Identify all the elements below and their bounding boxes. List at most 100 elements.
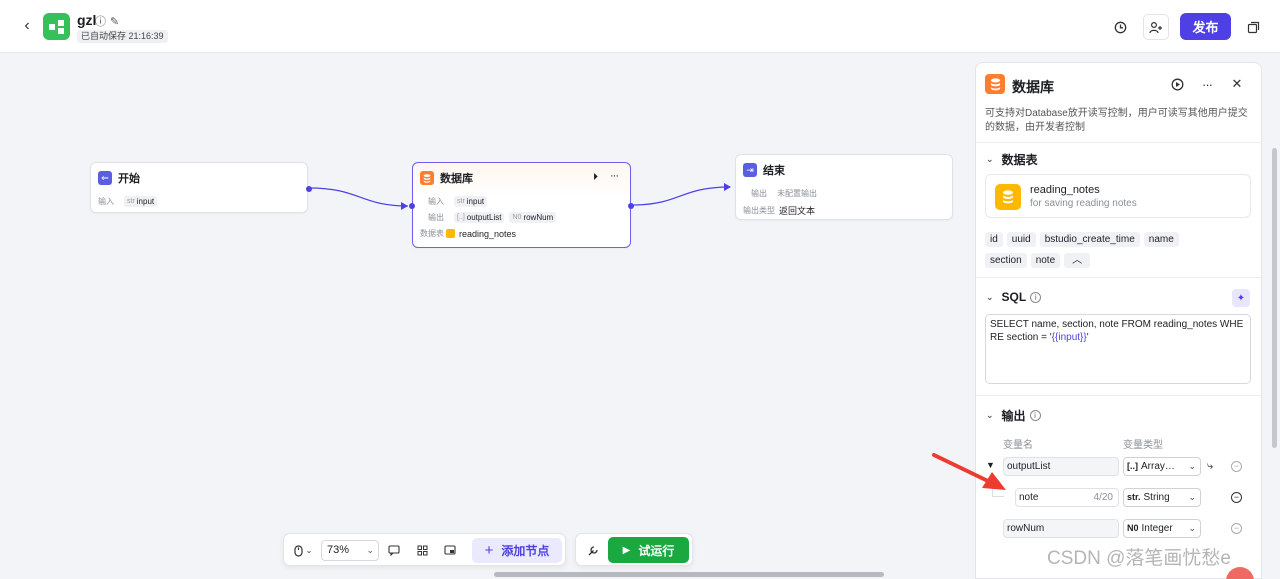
database-icon [420, 171, 434, 185]
row-label: 数据表 [420, 229, 444, 238]
output-row: 输出 未配置输出 [751, 188, 817, 199]
zoom-value: 73% [327, 544, 350, 556]
sql-variable: {{input}} [1051, 332, 1087, 343]
database-node[interactable]: 数据库 ⏵ ··· 输入 str input 输出 [..] outputList … [409, 162, 634, 248]
watermark: CSDN @落笔画忧愁e [1047, 548, 1231, 569]
close-icon[interactable]: ✕ [1229, 76, 1245, 92]
param-tag: N0 rowNum [509, 212, 557, 223]
chevron-down-icon: ⌄ [1188, 492, 1196, 502]
play-icon[interactable]: ⏵ [593, 172, 598, 183]
horizontal-scrollbar[interactable] [494, 572, 884, 577]
zoom-select[interactable]: 73% ⌄ [321, 540, 379, 561]
output-name-field[interactable]: note 4/20 [1015, 488, 1119, 507]
output-row: 输出 [..] outputList N0 rowNum [428, 212, 561, 223]
field-tag: id [985, 232, 1003, 247]
output-port[interactable] [306, 186, 312, 192]
panel-scrollbar[interactable] [1272, 148, 1277, 448]
divider [976, 395, 1261, 396]
field-tag: note [1030, 253, 1061, 268]
start-icon: ⇐ [98, 171, 112, 185]
table-icon [446, 229, 455, 238]
layout-icon[interactable] [414, 541, 430, 560]
type-label: N0 [512, 214, 522, 221]
add-node-label: 添加节点 [501, 544, 550, 558]
column-var-name: 变量名 [1003, 440, 1033, 451]
param-name: input [136, 197, 155, 206]
info-icon[interactable]: i [1029, 410, 1041, 421]
remove-icon[interactable]: − [1231, 523, 1242, 534]
divider [976, 277, 1261, 278]
table-name: reading_notes [1030, 184, 1100, 196]
section-title: 数据表 [1001, 153, 1038, 167]
database-icon [985, 74, 1005, 94]
info-icon[interactable]: i [1030, 291, 1042, 303]
chevron-up-icon[interactable]: ︿ [1064, 253, 1091, 268]
play-icon: ▶ [622, 544, 631, 556]
output-type-select[interactable]: N0 Integer ⌄ [1123, 519, 1201, 538]
row-label: 输出类型 [743, 206, 775, 215]
comment-icon[interactable] [386, 541, 402, 560]
end-icon: ⇥ [743, 163, 757, 177]
mouse-mode-icon[interactable]: ⌄ [292, 541, 314, 560]
field-tag: section [985, 253, 1027, 268]
node-header: ⇥ 结束 [743, 162, 785, 178]
remove-icon[interactable]: − [1231, 461, 1242, 472]
end-node[interactable]: ⇥ 结束 输出 未配置输出 输出类型 返回文本 [735, 154, 953, 220]
chevron-down-icon: ⌄ [986, 410, 994, 420]
table-card[interactable]: reading_notes for saving reading notes [985, 174, 1251, 218]
node-config-panel: 数据库 ··· ✕ 可支持对Database放开读写控制，用户可读写其他用户提交… [975, 62, 1262, 579]
sql-editor[interactable]: SELECT name, section, note FROM reading_… [985, 314, 1251, 384]
output-section-header[interactable]: ⌄ 输出 i [986, 407, 1041, 424]
type-value: Array… [1141, 461, 1175, 472]
sql-section-header[interactable]: ⌄ SQL i [986, 290, 1042, 304]
type-row: 输出类型 返回文本 [743, 204, 815, 217]
output-name-field[interactable]: rowNum [1003, 519, 1119, 538]
chevron-down-icon: ⌄ [986, 154, 994, 164]
canvas-toolbar: ⌄ 73% ⌄ + 添加节点 [283, 533, 566, 566]
database-icon [995, 184, 1021, 210]
output-name-field[interactable]: outputList [1003, 457, 1119, 476]
panel-title: 数据库 [1012, 79, 1054, 95]
input-port[interactable] [409, 203, 415, 209]
output-port[interactable] [628, 203, 634, 209]
column-var-type: 变量类型 [1123, 440, 1163, 451]
ai-generate-icon[interactable]: ✦ [1232, 289, 1250, 307]
remove-icon[interactable]: − [1231, 492, 1242, 503]
field-list: id uuid bstudio_create_time name section not… [985, 231, 1255, 273]
type-label: str [457, 198, 465, 205]
chevron-down-icon: ⌄ [986, 291, 994, 302]
output-type-select[interactable]: [..] Array… ⌄ [1123, 457, 1201, 476]
more-icon[interactable]: ··· [610, 170, 619, 182]
input-row: 输入 str input [98, 196, 162, 207]
field-tag: bstudio_create_time [1039, 232, 1140, 247]
row-label: 输入 [98, 197, 114, 206]
node-title: 结束 [763, 165, 785, 177]
test-run-button[interactable]: ▶ 试运行 [608, 537, 689, 563]
wrench-icon[interactable] [584, 541, 602, 560]
node-header: 数据库 [420, 170, 473, 186]
node-title: 数据库 [440, 173, 473, 185]
param-tag: str input [124, 196, 158, 207]
add-child-icon[interactable]: ⤷ [1207, 460, 1213, 473]
divider [976, 142, 1261, 143]
minimap-icon[interactable] [442, 541, 458, 560]
param-name: input [466, 197, 485, 206]
add-node-button[interactable]: + 添加节点 [472, 538, 562, 563]
param-name: rowNum [523, 213, 554, 222]
field-tag: uuid [1006, 232, 1036, 247]
table-section-header[interactable]: ⌄ 数据表 [986, 151, 1038, 168]
section-title: SQL [1001, 290, 1027, 304]
type-value: String [1143, 492, 1170, 503]
plus-icon: + [484, 542, 494, 559]
more-icon[interactable]: ··· [1199, 76, 1215, 92]
annotation-arrow-icon [932, 453, 1006, 490]
output-type-select[interactable]: str. String ⌄ [1123, 488, 1201, 507]
sql-text-end: ' [1086, 332, 1089, 343]
section-title: 输出 [1001, 409, 1026, 423]
start-node[interactable]: ⇐ 开始 输入 str input [90, 162, 312, 213]
table-row: 数据表 reading_notes [420, 228, 516, 239]
play-circle-icon[interactable] [1169, 76, 1185, 92]
panel-description: 可支持对Database放开读写控制，用户可读写其他用户提交的数据，由开发者控制 [985, 108, 1248, 133]
type-label: [..] [457, 214, 465, 221]
param-tag: [..] outputList [454, 212, 505, 223]
